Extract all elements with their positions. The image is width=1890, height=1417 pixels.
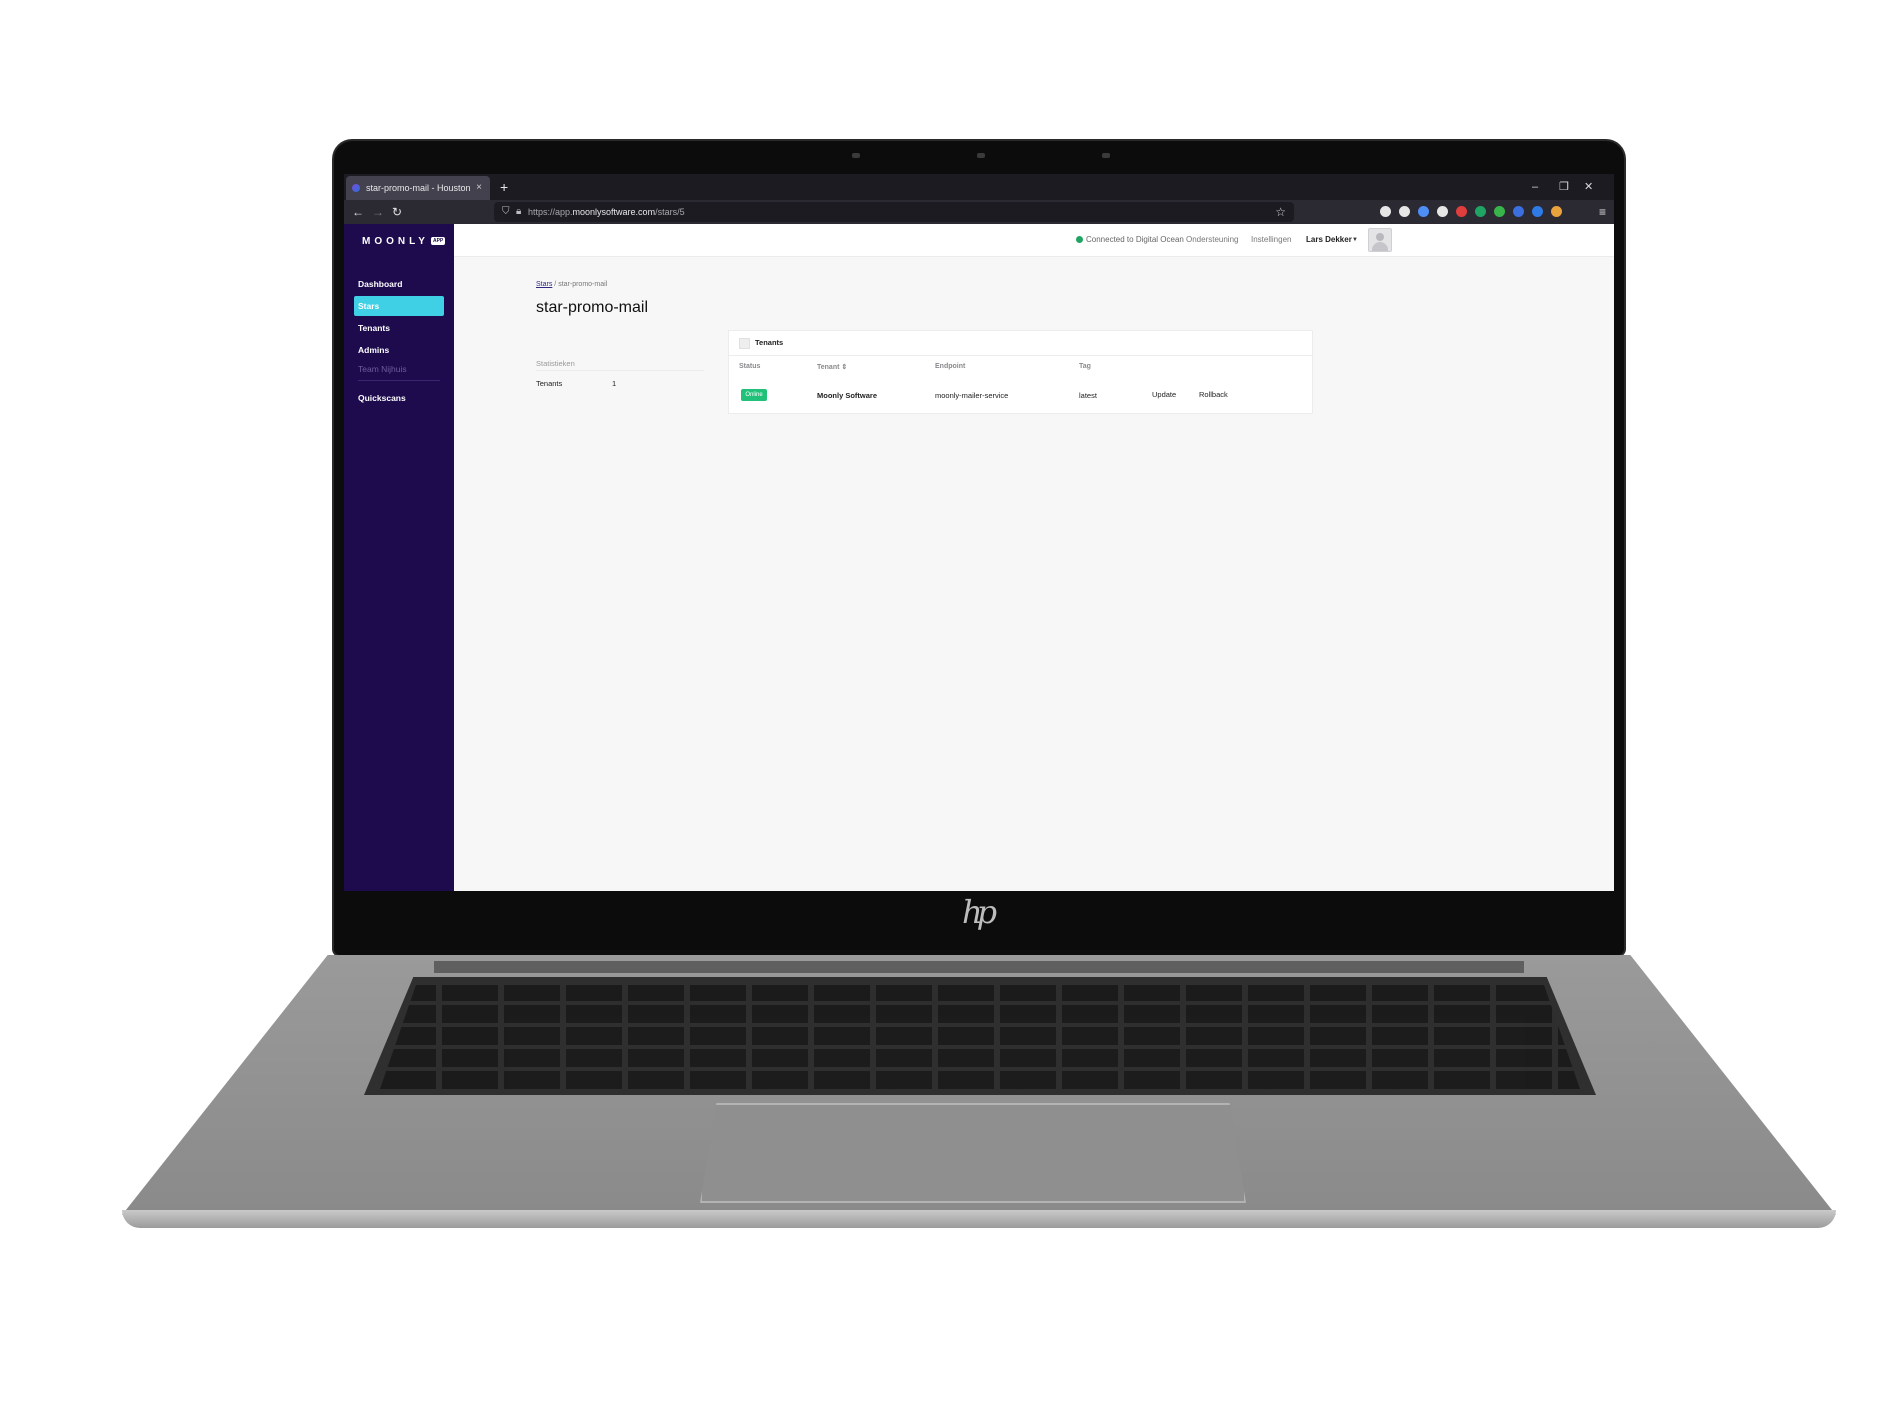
- tenants-card: Tenants Status Tenant ⇕ Endpoint Tag Onl…: [728, 330, 1313, 414]
- browser-extension-icon[interactable]: [1399, 206, 1410, 217]
- card-title: Tenants: [755, 338, 784, 347]
- card-header: Tenants: [729, 331, 1312, 356]
- site-favicon-icon: [352, 184, 360, 192]
- speaker-grille: [434, 961, 1524, 973]
- stats-value: 1: [612, 379, 617, 388]
- settings-link[interactable]: Instellingen: [1251, 224, 1291, 256]
- webcam: [977, 153, 985, 158]
- endpoint-name: moonly-mailer-service: [935, 391, 1009, 400]
- column-header-tenant[interactable]: Tenant ⇕: [817, 363, 847, 371]
- stats-label: Tenants: [536, 379, 563, 388]
- browser-nav-bar: ← → ↻ ⛉ 🔒︎ https://app.moonlysoftware.co…: [344, 200, 1614, 224]
- column-header-tag: Tag: [1079, 363, 1091, 370]
- rollback-button[interactable]: Rollback: [1199, 387, 1228, 403]
- breadcrumb-current: star-promo-mail: [558, 281, 608, 288]
- back-arrow-icon[interactable]: ←: [352, 200, 364, 224]
- stats-divider: [536, 370, 704, 371]
- tab-close-icon[interactable]: ×: [476, 176, 482, 200]
- laptop-frame: star-promo-mail - Houston × + – ❐ ✕ ← → …: [0, 0, 1890, 1417]
- column-header-endpoint: Endpoint: [935, 363, 966, 370]
- laptop-base: [122, 955, 1836, 1245]
- base-edge: [122, 1210, 1836, 1228]
- new-tab-button[interactable]: +: [500, 174, 508, 200]
- restore-button[interactable]: ❐: [1559, 174, 1569, 200]
- sidebar-item-tenants[interactable]: Tenants: [354, 318, 444, 338]
- screen: star-promo-mail - Houston × + – ❐ ✕ ← → …: [344, 174, 1614, 891]
- stats-heading: Statistieken: [536, 359, 575, 368]
- browser-extension-icon[interactable]: [1513, 206, 1524, 217]
- hp-logo: hp: [962, 893, 997, 931]
- page-title: star-promo-mail: [536, 299, 649, 316]
- support-link[interactable]: Ondersteuning: [1186, 224, 1238, 256]
- connection-status: Connected to Digital Ocean: [1086, 235, 1184, 244]
- tab-title: star-promo-mail - Houston: [366, 183, 471, 193]
- keyboard-keys: [380, 985, 1580, 1089]
- browser-extension-icon[interactable]: [1532, 206, 1543, 217]
- laptop-lid: star-promo-mail - Houston × + – ❐ ✕ ← → …: [334, 141, 1624, 955]
- sidebar-item-stars[interactable]: Stars: [354, 296, 444, 316]
- select-all-checkbox[interactable]: [739, 338, 750, 349]
- breadcrumb: Stars / star-promo-mail: [536, 281, 607, 288]
- hamburger-menu-icon[interactable]: ≡: [1599, 200, 1606, 224]
- minimize-button[interactable]: –: [1532, 174, 1538, 200]
- breadcrumb-separator: /: [554, 281, 557, 288]
- forward-arrow-icon[interactable]: →: [372, 200, 384, 224]
- sensor: [1102, 153, 1110, 158]
- sidebar-item-quickscans[interactable]: Quickscans: [354, 388, 444, 408]
- browser-extension-icon[interactable]: [1475, 206, 1486, 217]
- touchpad: [700, 1103, 1246, 1203]
- browser-extension-icon[interactable]: [1437, 206, 1448, 217]
- close-window-button[interactable]: ✕: [1584, 174, 1593, 200]
- update-button[interactable]: Update: [1152, 387, 1176, 403]
- address-bar[interactable]: ⛉ 🔒︎ https://app.moonlysoftware.com/star…: [494, 202, 1294, 222]
- lock-icon[interactable]: 🔒︎: [516, 206, 521, 218]
- brand-logo[interactable]: MOONLY APP: [362, 236, 446, 247]
- tag-value: latest: [1079, 391, 1097, 400]
- connection-status-dot-icon: [1076, 236, 1083, 243]
- url-text: https://app.moonlysoftware.com/stars/5: [528, 207, 685, 217]
- tenant-name: Moonly Software: [817, 391, 878, 400]
- browser-extension-icon[interactable]: [1494, 206, 1505, 217]
- column-header-status: Status: [739, 363, 761, 370]
- sidebar: MOONLY APP Dashboard Stars Tenants Admins…: [344, 224, 454, 891]
- tracking-shield-icon[interactable]: ⛉: [502, 206, 510, 218]
- browser-tab-bar: star-promo-mail - Houston × + – ❐ ✕: [344, 174, 1614, 200]
- app-root: MOONLY APP Dashboard Stars Tenants Admins…: [344, 224, 1614, 891]
- sidebar-item-admins[interactable]: Admins: [354, 340, 444, 360]
- sidebar-item-dashboard[interactable]: Dashboard: [354, 274, 444, 294]
- browser-extension-icon[interactable]: [1456, 206, 1467, 217]
- breadcrumb-stars-link[interactable]: Stars: [536, 281, 552, 288]
- browser-extension-icon[interactable]: [1380, 206, 1391, 217]
- sidebar-divider: [358, 380, 440, 381]
- reload-icon[interactable]: ↻: [392, 200, 402, 224]
- avatar[interactable]: [1368, 228, 1392, 252]
- browser-extension-icon[interactable]: [1418, 206, 1429, 217]
- status-badge: Online: [741, 389, 767, 401]
- chevron-down-icon[interactable]: ▼: [1352, 224, 1358, 256]
- sensor: [852, 153, 860, 158]
- browser-extension-icon[interactable]: [1551, 206, 1562, 217]
- browser-tab[interactable]: star-promo-mail - Houston ×: [346, 176, 490, 200]
- bookmark-star-icon[interactable]: ☆: [1275, 202, 1286, 222]
- top-bar: Connected to Digital Ocean Ondersteuning…: [454, 224, 1614, 257]
- sidebar-section-label: Team Nijhuis: [358, 364, 407, 374]
- user-menu[interactable]: Lars Dekker: [1306, 224, 1352, 256]
